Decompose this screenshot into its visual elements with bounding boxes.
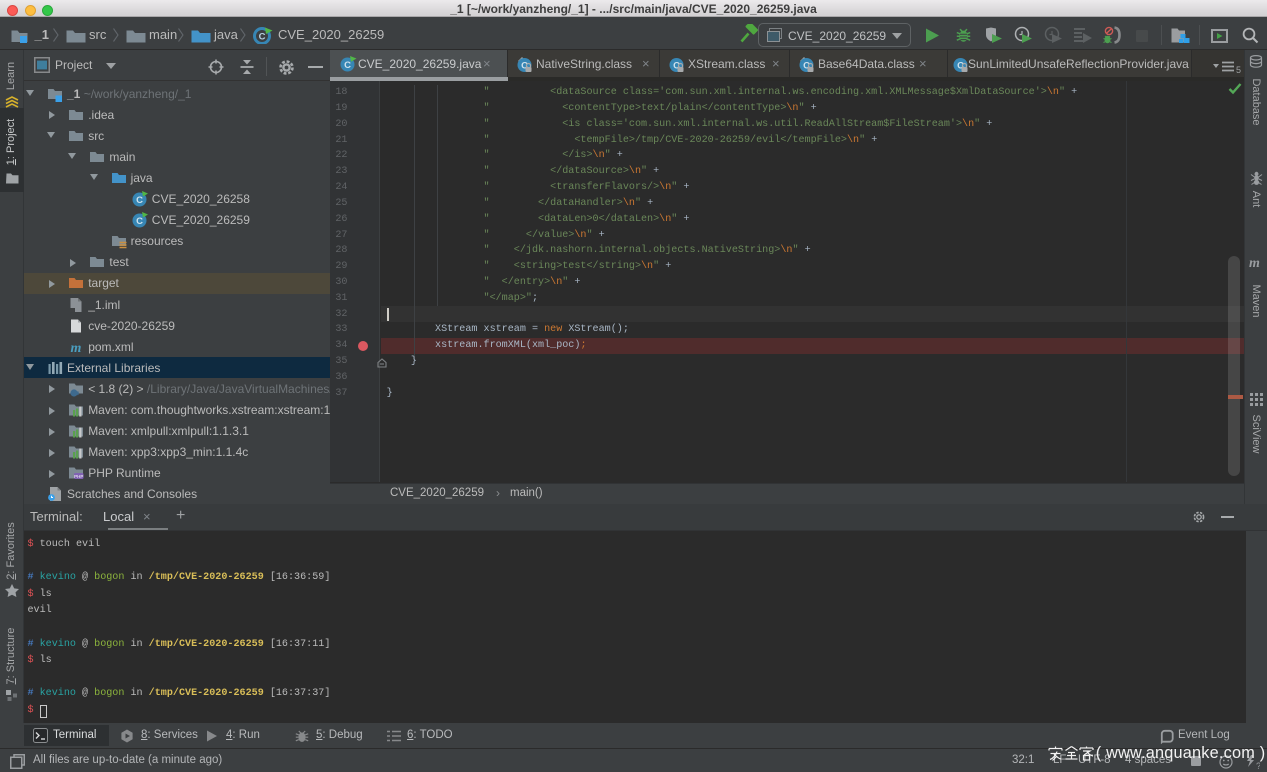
svg-text:C: C <box>136 195 143 206</box>
svg-text:C: C <box>258 32 265 43</box>
svg-text:C: C <box>344 60 351 71</box>
svg-text:C: C <box>136 216 143 227</box>
svg-text:PHP: PHP <box>74 474 83 479</box>
svg-text:m: m <box>71 341 82 355</box>
